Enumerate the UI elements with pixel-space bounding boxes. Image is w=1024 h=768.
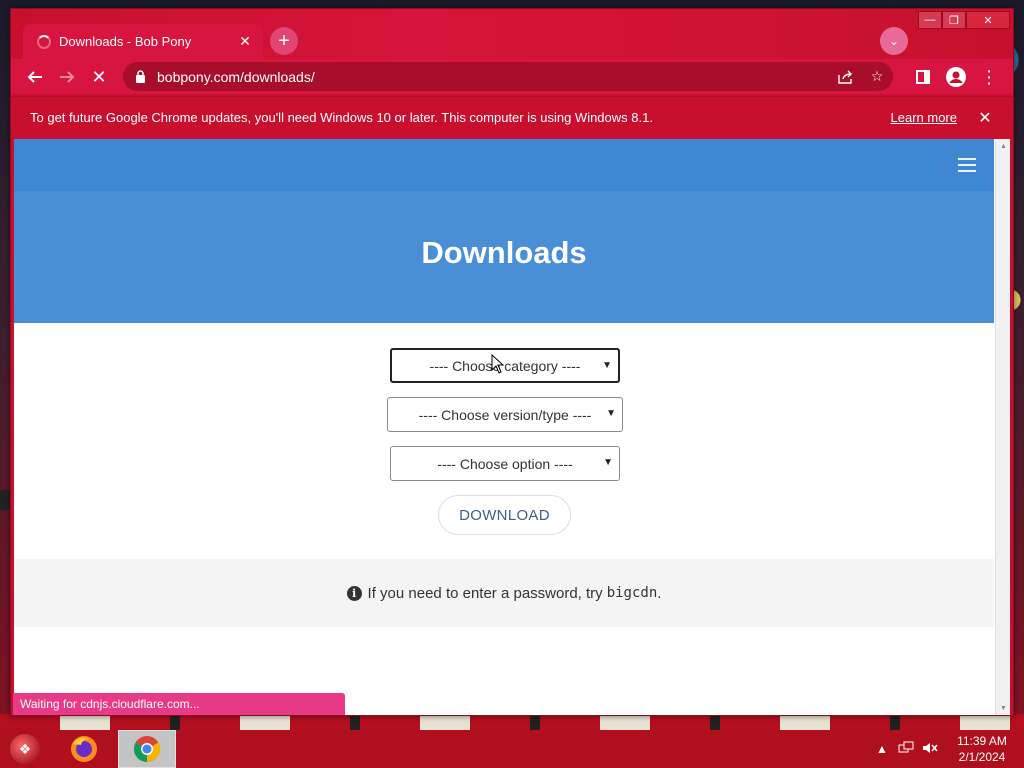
page-scrollbar[interactable]: ▲ ▼ xyxy=(995,139,1010,715)
infobar-message: To get future Google Chrome updates, you… xyxy=(30,110,653,125)
arrow-left-icon xyxy=(27,71,42,83)
start-button[interactable]: ❖ xyxy=(10,734,40,764)
chevron-down-icon: ▼ xyxy=(606,408,616,419)
browser-toolbar: ✕ bobpony.com/downloads/ ☆ ⋮ xyxy=(11,59,1013,94)
show-hidden-icons-icon[interactable]: ▲ xyxy=(870,742,894,756)
chevron-down-icon: ▼ xyxy=(602,360,612,371)
url-text[interactable]: bobpony.com/downloads/ xyxy=(157,69,829,85)
address-bar[interactable]: bobpony.com/downloads/ ☆ xyxy=(123,62,893,91)
loading-spinner-icon xyxy=(37,34,51,49)
desktop-wallpaper-strip xyxy=(0,714,1024,730)
firefox-icon xyxy=(71,736,97,762)
stop-loading-button[interactable]: ✕ xyxy=(85,63,113,91)
chrome-icon xyxy=(133,736,161,763)
network-icon[interactable] xyxy=(894,741,918,758)
scroll-up-icon[interactable]: ▲ xyxy=(996,139,1010,153)
password-value: bigcdn xyxy=(606,585,658,601)
version-type-select[interactable]: ---- Choose version/type ---- ▼ xyxy=(387,397,623,432)
password-hint-suffix: . xyxy=(657,584,662,602)
download-button[interactable]: DOWNLOAD xyxy=(438,495,571,535)
password-hint: i If you need to enter a password, try b… xyxy=(14,559,994,627)
scroll-down-icon[interactable]: ▼ xyxy=(996,701,1010,715)
option-select-value: ---- Choose option ---- xyxy=(437,455,573,472)
update-infobar: To get future Google Chrome updates, you… xyxy=(11,96,1013,138)
tab-title: Downloads - Bob Pony xyxy=(59,34,192,49)
taskbar-firefox[interactable] xyxy=(67,733,101,765)
new-tab-button[interactable]: + xyxy=(270,27,298,55)
tab-search-button[interactable]: ⌄ xyxy=(880,27,908,55)
mouse-cursor-icon xyxy=(491,354,505,374)
clock-time: 11:39 AM xyxy=(957,734,1007,748)
tab-downloads[interactable]: Downloads - Bob Pony ✕ xyxy=(23,24,263,59)
tab-close-icon[interactable]: ✕ xyxy=(237,33,253,50)
system-tray: ▲ xyxy=(870,730,942,768)
chevron-down-icon: ▼ xyxy=(603,457,613,468)
category-select[interactable]: ---- Choose category ---- ▼ xyxy=(390,348,620,383)
restore-button[interactable]: ❐ xyxy=(942,11,966,29)
side-panel-icon[interactable] xyxy=(909,63,937,91)
volume-muted-icon[interactable] xyxy=(918,741,942,758)
minimize-button[interactable]: — xyxy=(918,11,942,29)
system-clock[interactable]: 11:39 AM 2/1/2024 xyxy=(952,733,1012,765)
infobar-close-icon[interactable]: ✕ xyxy=(977,108,993,128)
windows-taskbar: ❖ ▲ 11:39 AM 2/1/2024 xyxy=(0,730,1024,768)
share-icon[interactable] xyxy=(829,70,861,84)
status-bubble: Waiting for cdnjs.cloudflare.com... xyxy=(13,693,345,715)
profile-avatar-icon[interactable] xyxy=(942,63,970,91)
title-bar: Downloads - Bob Pony ✕ + ⌄ — ❐ ✕ xyxy=(11,9,1013,59)
arrow-right-icon xyxy=(60,71,75,83)
browser-window: Downloads - Bob Pony ✕ + ⌄ — ❐ ✕ ✕ bobpo… xyxy=(10,8,1014,716)
site-header: Downloads xyxy=(14,139,994,323)
bookmark-star-icon[interactable]: ☆ xyxy=(861,68,893,85)
forward-button[interactable] xyxy=(53,63,81,91)
page-viewport: Downloads ---- Choose category ---- ▼ --… xyxy=(14,139,1010,715)
taskbar-chrome[interactable] xyxy=(118,730,176,768)
password-hint-text: If you need to enter a password, try xyxy=(367,584,603,602)
hamburger-menu-icon[interactable] xyxy=(958,158,976,172)
more-menu-icon[interactable]: ⋮ xyxy=(975,63,1003,91)
version-select-value: ---- Choose version/type ---- xyxy=(418,406,592,423)
lock-icon xyxy=(135,70,149,83)
download-form: ---- Choose category ---- ▼ ---- Choose … xyxy=(14,323,994,559)
option-select[interactable]: ---- Choose option ---- ▼ xyxy=(390,446,620,481)
info-icon: i xyxy=(346,585,362,601)
close-window-button[interactable]: ✕ xyxy=(966,11,1010,29)
page-title: Downloads xyxy=(421,235,587,270)
learn-more-link[interactable]: Learn more xyxy=(891,110,957,125)
back-button[interactable] xyxy=(21,63,49,91)
clock-date: 2/1/2024 xyxy=(958,750,1006,764)
site-navbar xyxy=(14,139,994,191)
